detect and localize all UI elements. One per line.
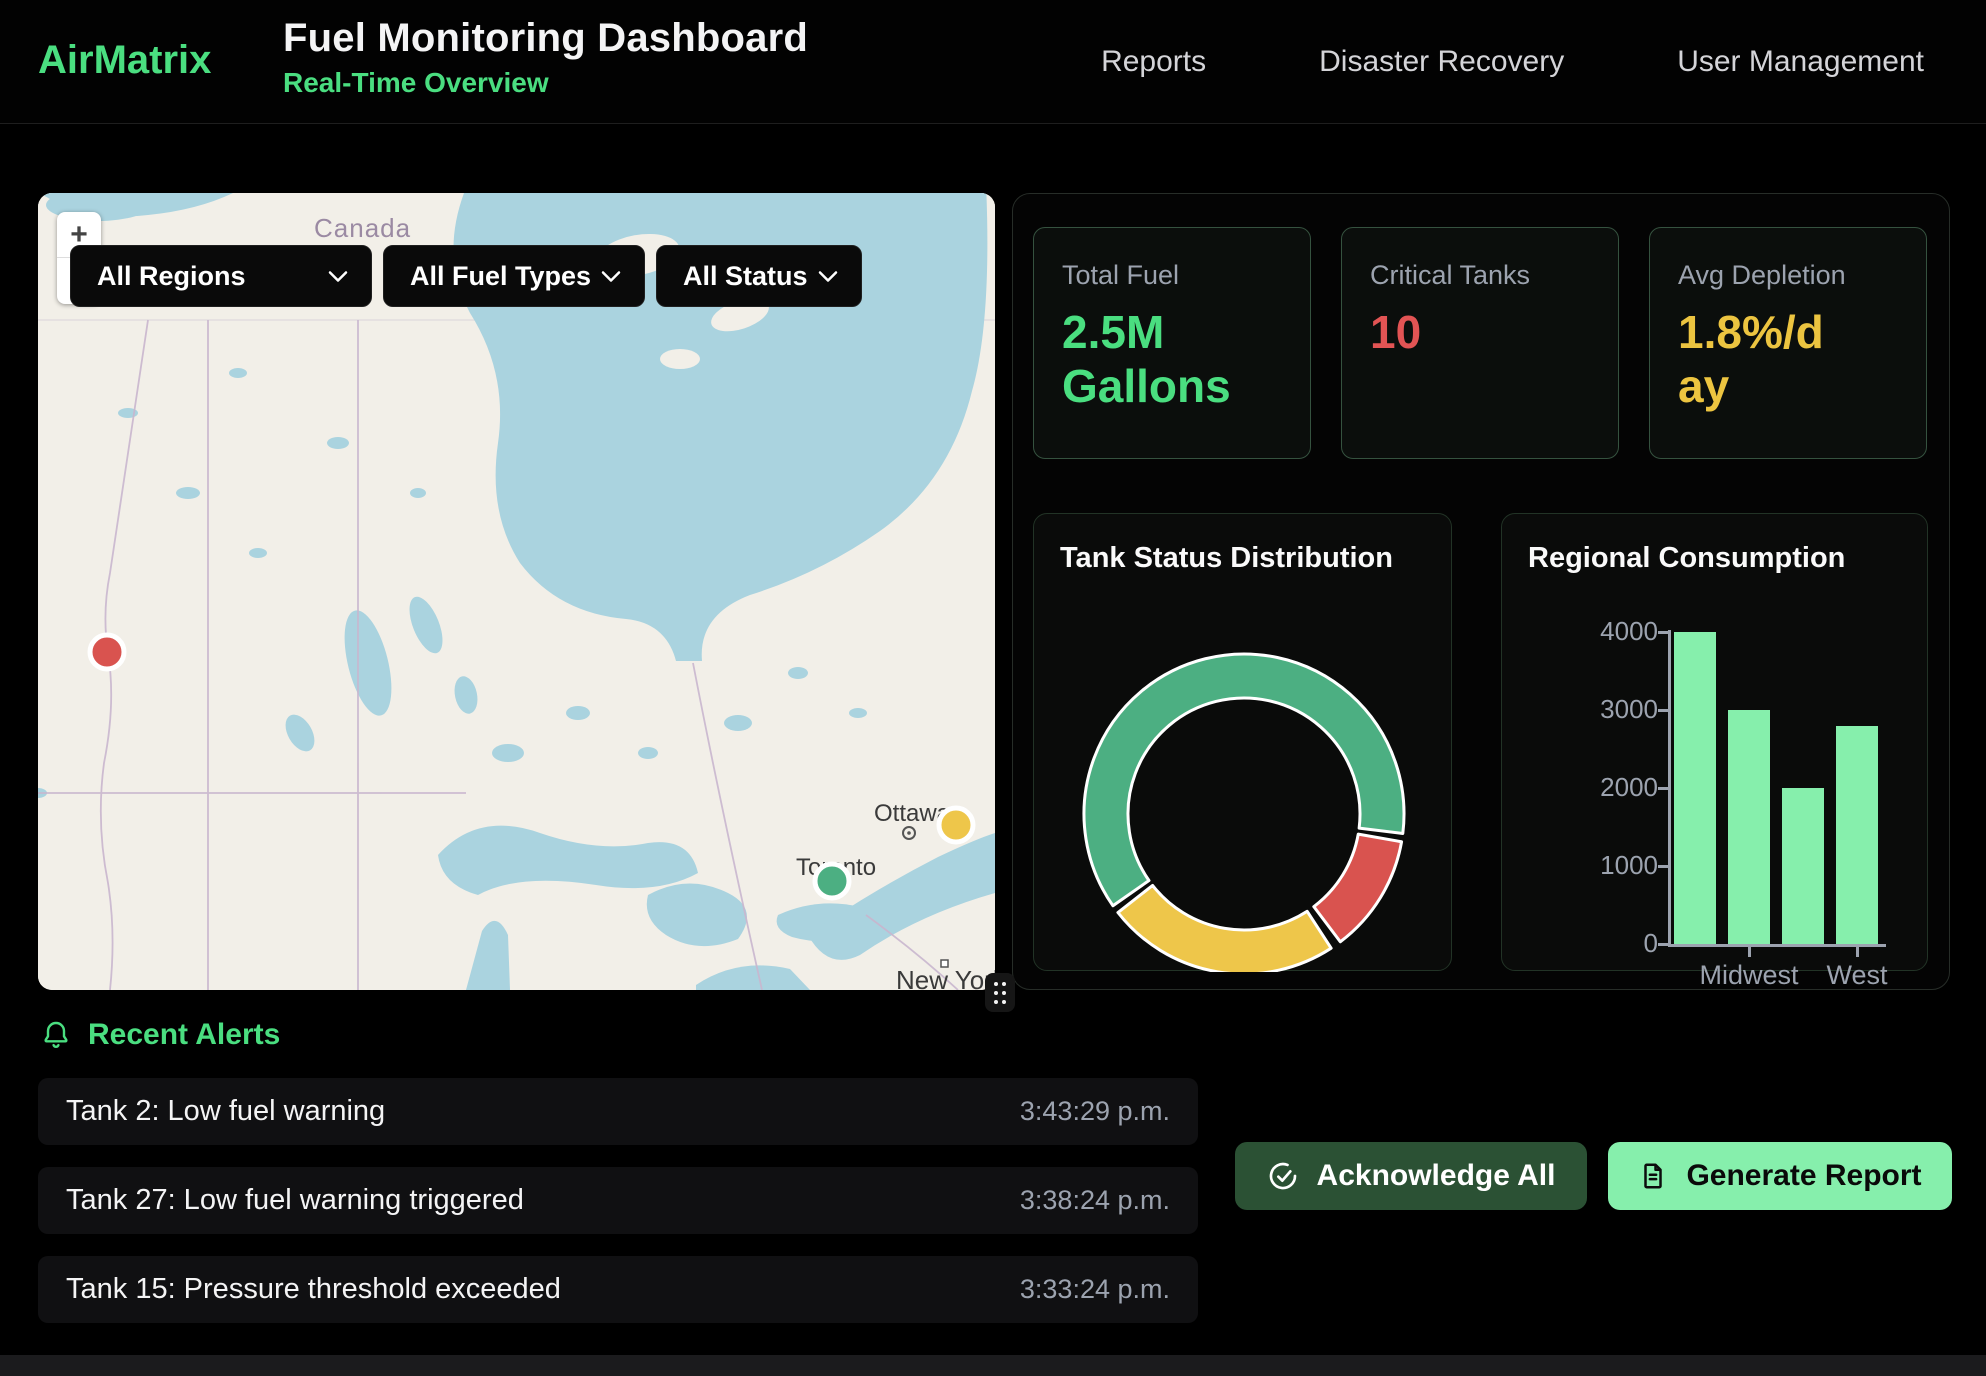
y-tick-label: 4000 (1518, 616, 1658, 647)
regional-consumption-bar-chart: 01000200030004000MidwestWest (1502, 514, 1929, 972)
brand-logo: AirMatrix (38, 38, 211, 83)
regional-consumption-chart-card: Regional Consumption 01000200030004000Mi… (1501, 513, 1928, 971)
alert-text: Tank 15: Pressure threshold exceeded (66, 1273, 561, 1306)
x-tick-mark (1748, 947, 1751, 957)
chevron-down-icon (817, 270, 839, 283)
bar-West (1836, 726, 1878, 944)
title-block: Fuel Monitoring Dashboard Real-Time Over… (283, 16, 808, 99)
tank-status-donut-chart (1034, 514, 1453, 972)
status-filter-dropdown[interactable]: All Status (656, 245, 862, 307)
acknowledge-all-button[interactable]: Acknowledge All (1235, 1142, 1587, 1210)
stat-label: Avg Depletion (1678, 260, 1898, 291)
alert-row: Tank 15: Pressure threshold exceeded 3:3… (38, 1256, 1198, 1323)
stat-label: Total Fuel (1062, 260, 1282, 291)
stat-card-total-fuel: Total Fuel 2.5M Gallons (1033, 227, 1311, 459)
stat-value: 2.5M Gallons (1062, 305, 1282, 414)
app-header: AirMatrix Fuel Monitoring Dashboard Real… (0, 0, 1986, 124)
y-tick-label: 1000 (1518, 850, 1658, 881)
acknowledge-all-label: Acknowledge All (1317, 1159, 1556, 1193)
recent-alerts-heading: Recent Alerts (40, 1018, 280, 1052)
donut-segment-warning (1118, 885, 1331, 972)
tank-marker-warning[interactable] (939, 808, 973, 842)
stat-label: Critical Tanks (1370, 260, 1590, 291)
y-tick-label: 3000 (1518, 694, 1658, 725)
map-canvas[interactable]: Canada Ottawa Toronto New York (38, 193, 995, 990)
status-filter-value: All Status (683, 261, 808, 292)
report-document-icon (1638, 1161, 1668, 1191)
alert-text: Tank 27: Low fuel warning triggered (66, 1184, 524, 1217)
donut-segment-critical (1314, 834, 1402, 942)
bar-Midwest (1728, 710, 1770, 944)
bar-region-1 (1674, 632, 1716, 944)
chevron-down-icon (327, 270, 349, 283)
alert-row: Tank 27: Low fuel warning triggered 3:38… (38, 1167, 1198, 1234)
fuel-type-filter-dropdown[interactable]: All Fuel Types (383, 245, 645, 307)
chevron-down-icon (600, 270, 622, 283)
x-tick-mark (1856, 947, 1859, 957)
check-circle-icon (1267, 1160, 1299, 1192)
nav-disaster-recovery[interactable]: Disaster Recovery (1319, 45, 1564, 79)
fuel-type-filter-value: All Fuel Types (410, 261, 591, 292)
y-tick-mark (1658, 709, 1669, 712)
y-tick-mark (1658, 865, 1669, 868)
stat-card-avg-depletion: Avg Depletion 1.8%/day (1649, 227, 1927, 459)
stat-value: 1.8%/day (1678, 305, 1828, 414)
y-tick-label: 2000 (1518, 772, 1658, 803)
generate-report-button[interactable]: Generate Report (1608, 1142, 1952, 1210)
y-tick-mark (1658, 631, 1669, 634)
metrics-panel: Total Fuel 2.5M Gallons Critical Tanks 1… (1012, 193, 1950, 990)
recent-alerts-title: Recent Alerts (88, 1018, 280, 1052)
chart-title: Tank Status Distribution (1060, 542, 1393, 575)
alert-timestamp: 3:33:24 p.m. (1020, 1274, 1170, 1305)
tank-marker-normal[interactable] (815, 864, 849, 898)
map-label-canada: Canada (314, 213, 411, 243)
bar-region-3 (1782, 788, 1824, 944)
alert-row: Tank 2: Low fuel warning 3:43:29 p.m. (38, 1078, 1198, 1145)
top-nav: Reports Disaster Recovery User Managemen… (1101, 45, 1924, 79)
bell-icon (40, 1019, 72, 1051)
y-tick-mark (1658, 943, 1669, 946)
map-panel: Canada Ottawa Toronto New York + − All R… (38, 193, 995, 990)
alert-timestamp: 3:43:29 p.m. (1020, 1096, 1170, 1127)
page-subtitle: Real-Time Overview (283, 67, 808, 99)
map-filters: All Regions All Fuel Types All Status (70, 245, 862, 307)
map-label-new-york: New York (896, 965, 995, 990)
nav-reports[interactable]: Reports (1101, 45, 1206, 79)
tank-marker-critical[interactable] (90, 635, 124, 669)
x-tick-label: West (1787, 960, 1927, 991)
y-tick-label: 0 (1518, 928, 1658, 959)
region-filter-value: All Regions (97, 261, 246, 292)
y-tick-mark (1658, 787, 1669, 790)
x-axis-line (1668, 944, 1886, 947)
map-resize-handle[interactable] (985, 973, 1015, 1012)
tank-status-chart-card: Tank Status Distribution (1033, 513, 1452, 971)
page-title: Fuel Monitoring Dashboard (283, 16, 808, 61)
generate-report-label: Generate Report (1686, 1159, 1921, 1193)
stat-card-critical-tanks: Critical Tanks 10 (1341, 227, 1619, 459)
alert-timestamp: 3:38:24 p.m. (1020, 1185, 1170, 1216)
ottawa-town-dot (907, 831, 911, 835)
nav-user-management[interactable]: User Management (1677, 45, 1924, 79)
alert-text: Tank 2: Low fuel warning (66, 1095, 385, 1128)
region-filter-dropdown[interactable]: All Regions (70, 245, 372, 307)
bottom-edge-strip (0, 1355, 1986, 1376)
stat-value: 10 (1370, 305, 1590, 359)
